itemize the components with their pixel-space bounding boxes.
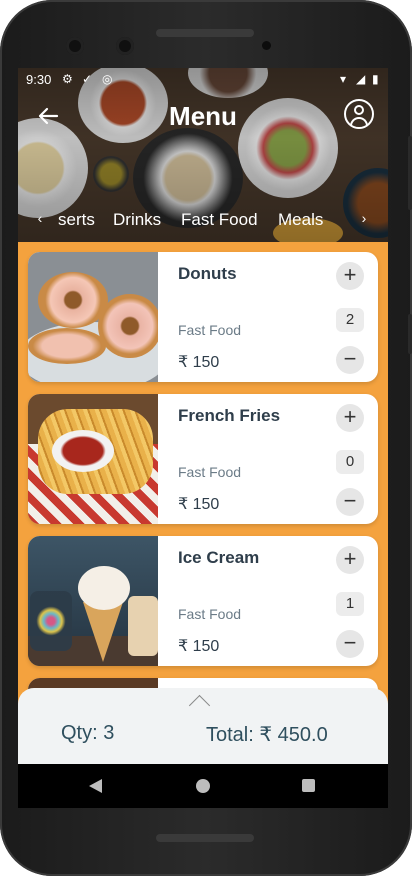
menu-item-card: French Fries Fast Food ₹ 150 + 0 − (28, 394, 378, 524)
bottom-speaker (156, 834, 254, 842)
status-bar: 9:30 ⚙ ✓ ◎ ▾ ◢ ▮ (18, 68, 388, 92)
phone-frame: 9:30 ⚙ ✓ ◎ ▾ ◢ ▮ Menu ‹ serts Drinks Fas… (0, 0, 412, 876)
quantity-value: 0 (336, 450, 364, 474)
proximity-sensor (262, 41, 271, 50)
settings-icon: ⚙ (62, 72, 73, 86)
item-price: ₹ 150 (178, 638, 220, 655)
item-price: ₹ 150 (178, 496, 220, 513)
nav-recents-icon[interactable] (302, 779, 315, 792)
total-quantity: Qty: 3 (61, 722, 115, 744)
decrease-quantity-button[interactable]: − (336, 488, 364, 516)
item-category: Fast Food (178, 464, 242, 480)
quantity-value: 1 (336, 592, 364, 616)
tab-desserts[interactable]: serts (58, 210, 95, 230)
decrease-quantity-button[interactable]: − (336, 346, 364, 374)
decrease-quantity-button[interactable]: − (336, 630, 364, 658)
check-icon: ✓ (82, 72, 93, 86)
chevron-up-icon[interactable] (188, 694, 211, 717)
donuts-image (28, 252, 158, 382)
nav-home-icon[interactable] (196, 779, 210, 793)
tab-meals[interactable]: Meals (278, 210, 323, 230)
profile-icon-head (354, 105, 364, 115)
signal-icon: ◢ (356, 72, 366, 86)
increase-quantity-button[interactable]: + (336, 404, 364, 432)
total-price: Total: ₹ 450.0 (206, 724, 328, 746)
item-category: Fast Food (178, 322, 242, 338)
category-next-icon[interactable]: › (354, 210, 374, 226)
profile-icon[interactable] (344, 99, 374, 129)
sync-icon: ◎ (102, 72, 113, 86)
profile-icon-body (350, 117, 368, 126)
nav-back-icon[interactable] (89, 779, 102, 793)
item-name: Ice Cream (178, 548, 260, 567)
category-tabs: ‹ serts Drinks Fast Food Meals › (18, 206, 388, 236)
header-banner: 9:30 ⚙ ✓ ◎ ▾ ◢ ▮ Menu ‹ serts Drinks Fas… (18, 68, 388, 242)
front-camera-2 (116, 37, 134, 55)
item-category: Fast Food (178, 606, 242, 622)
item-name: Donuts (178, 264, 237, 283)
page-title: Menu (169, 101, 237, 131)
item-price: ₹ 150 (178, 354, 220, 371)
french-fries-image (28, 394, 158, 524)
order-summary-panel[interactable]: Qty: 3 Total: ₹ 450.0 (18, 688, 388, 764)
wifi-icon: ▾ (340, 72, 347, 86)
category-prev-icon[interactable]: ‹ (30, 210, 50, 226)
quantity-value: 2 (336, 308, 364, 332)
earpiece (156, 29, 254, 37)
menu-item-card: Donuts Fast Food ₹ 150 + 2 − (28, 252, 378, 382)
front-camera (66, 37, 84, 55)
tab-fast-food[interactable]: Fast Food (181, 210, 258, 230)
system-nav-bar (18, 764, 388, 808)
app-screen: 9:30 ⚙ ✓ ◎ ▾ ◢ ▮ Menu ‹ serts Drinks Fas… (18, 68, 388, 808)
item-name: French Fries (178, 406, 281, 425)
increase-quantity-button[interactable]: + (336, 262, 364, 290)
increase-quantity-button[interactable]: + (336, 546, 364, 574)
battery-icon: ▮ (372, 72, 379, 86)
tab-drinks[interactable]: Drinks (113, 210, 161, 230)
power-button (408, 136, 412, 210)
status-time: 9:30 (26, 72, 52, 87)
ice-cream-image (28, 536, 158, 666)
menu-item-card: Ice Cream Fast Food ₹ 150 + 1 − (28, 536, 378, 666)
volume-button (408, 314, 412, 354)
